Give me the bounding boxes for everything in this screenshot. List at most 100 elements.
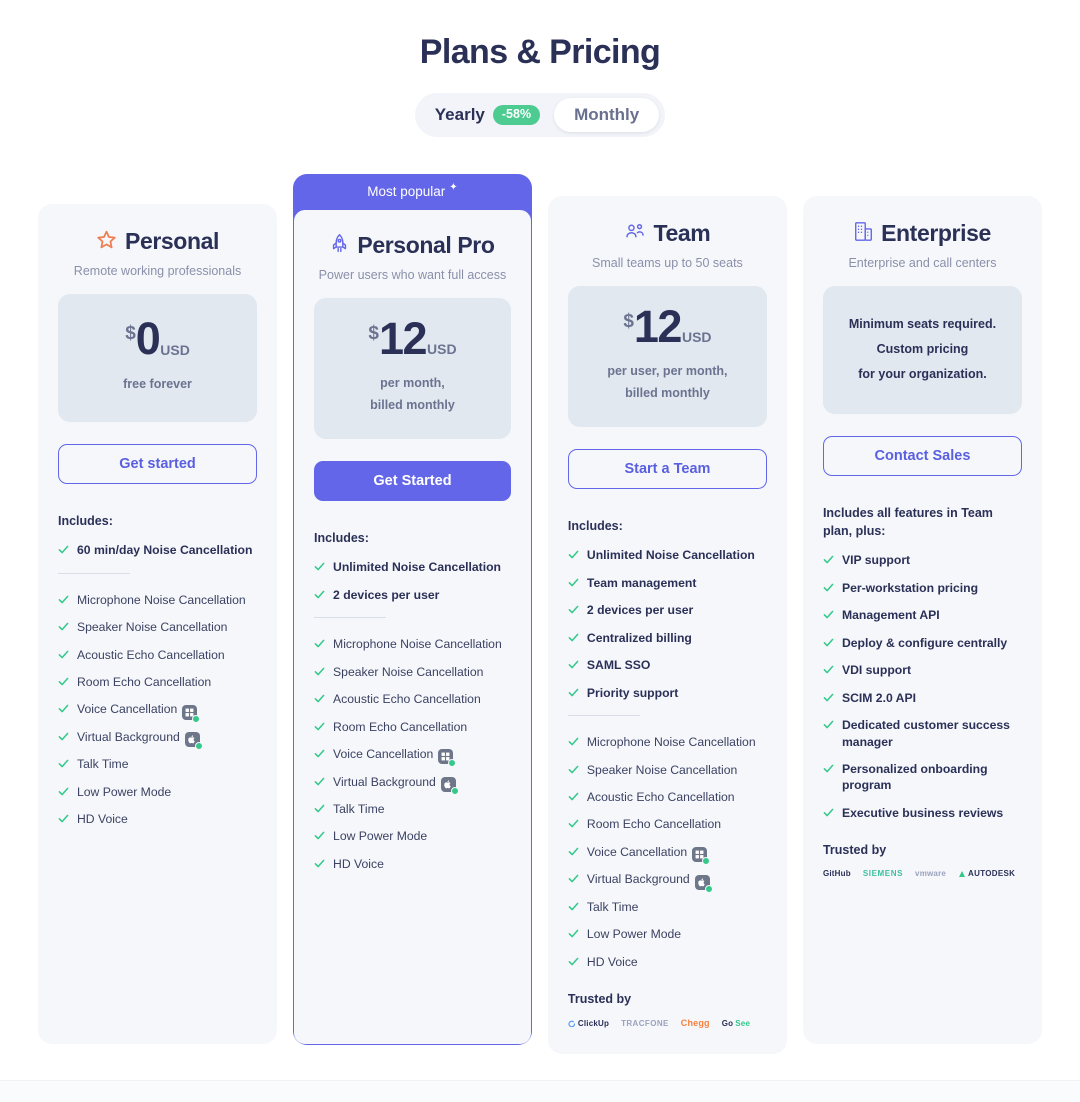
plan-name: Enterprise [881,220,991,246]
divider [58,572,130,574]
divider [314,617,387,619]
feature-label: Room Echo Cancellation [586,817,722,832]
list-item: Dedicated customer success manager [823,717,1022,750]
list-item: 60 min/day Noise Cancellation [58,542,257,558]
feature-label: Priority support [586,685,679,700]
billing-toggle-wrap: Yearly -58% Monthly [0,93,1080,137]
check-icon [568,792,579,801]
list-item: Microphone Noise Cancellation [314,636,511,652]
divider [567,715,640,717]
start-a-team-button[interactable]: Start a Team [567,449,767,490]
custom-note-line-3: for your organization. [858,366,987,381]
list-item: Management API [823,607,1022,623]
trusted-by-logos: ClickUp TRACFONE Chegg Go See [568,1018,767,1028]
list-item: Microphone Noise Cancellation [58,592,257,608]
feature-label: VDI support [841,663,912,678]
check-icon [58,705,69,713]
most-popular-banner: Most popular ✦ [293,174,532,208]
price-note-line-1: per user, per month, [607,364,728,379]
toggle-yearly[interactable]: Yearly -58% [421,98,554,132]
list-item: Speaker Noise Cancellation [58,619,257,635]
list-item: Unlimited Noise Cancellation [568,547,767,563]
list-item: VDI support [823,662,1022,678]
toggle-monthly[interactable]: Monthly [554,98,660,132]
logo-vmware: vmware [915,869,947,879]
price-row: $ 12 USD [623,301,711,352]
plan-card-enterprise: Enterprise Enterprise and call centers M… [802,196,1042,1044]
price-note: per month, billed monthly [370,373,455,417]
platform-badges [182,704,201,723]
price-amount: 12 [633,301,683,352]
page-title: Plans & Pricing [419,33,661,71]
feature-label: Team management [586,575,697,590]
rocket-icon [330,233,349,259]
contact-sales-button[interactable]: Contact Sales [822,436,1022,476]
feature-label: Room Echo Cancellation [77,675,212,689]
secondary-feature-list: Microphone Noise Cancellation Speaker No… [58,592,257,828]
autodesk-mark-icon [959,870,966,877]
check-icon [823,610,834,619]
list-item: Virtual Background [314,774,511,795]
feature-label: 2 devices per user [586,603,694,618]
list-item: Acoustic Echo Cancellation [58,647,257,663]
toggle-yearly-label: Yearly [434,105,485,124]
price-note: free forever [123,376,192,391]
feature-label: Virtual Background [333,774,436,789]
feature-label: Management API [841,608,940,623]
feature-label: Unlimited Noise Cancellation [586,548,755,563]
list-item: Low Power Mode [58,784,257,800]
check-icon [58,787,69,796]
list-item: Talk Time [568,899,767,915]
list-item: HD Voice [58,811,257,827]
list-item: Centralized billing [568,630,767,646]
feature-label: Personalized onboarding program [841,762,988,793]
feature-label: Speaker Noise Cancellation [77,620,228,635]
check-icon [568,737,579,746]
price-note: per user, per month, billed monthly [607,361,727,405]
list-item: Low Power Mode [314,828,511,844]
check-icon [314,694,325,703]
plan-header: Personal Pro [314,232,511,259]
windows-icon [182,704,201,723]
check-icon [58,814,69,823]
feature-label: Voice Cancellation [586,844,688,859]
list-item: Acoustic Echo Cancellation [568,789,767,805]
price-note-line-2: billed monthly [625,386,710,401]
apple-icon [184,732,203,751]
apple-icon [694,874,713,893]
sparkle-icon: ✦ [449,181,458,193]
list-item: Unlimited Noise Cancellation [314,559,511,575]
get-started-button-personal-pro[interactable]: Get Started [314,461,511,502]
check-icon [58,677,69,686]
list-item: Acoustic Echo Cancellation [314,691,511,707]
plan-card-team: Team Small teams up to 50 seats $ 12 USD… [547,196,787,1055]
check-icon [568,633,579,642]
price-row: $ 0 USD [125,313,190,365]
status-dot [192,714,201,723]
billing-period-toggle[interactable]: Yearly -58% Monthly [414,93,666,137]
plan-subtitle: Power users who want full access [318,268,507,282]
primary-feature-list: 60 min/day Noise Cancellation [58,542,257,558]
check-icon [58,760,69,768]
list-item: Virtual Background [568,871,767,893]
get-started-button-personal[interactable]: Get started [58,444,258,484]
logo-chegg: Chegg [680,1018,710,1029]
clickup-mark-icon [568,1020,576,1028]
platform-badges [440,776,459,795]
list-item: 2 devices per user [314,587,511,603]
check-icon [58,545,69,554]
feature-label: Voice Cancellation [77,702,178,717]
check-icon [314,639,325,648]
apple-icon [440,776,459,795]
list-item: Per-workstation pricing [823,580,1022,596]
check-icon [58,650,69,658]
building-icon [854,221,873,247]
list-item: Room Echo Cancellation [314,719,511,735]
check-icon [568,930,579,938]
logo-siemens: SIEMENS [862,869,904,879]
status-dot [702,857,711,866]
check-icon [823,808,834,817]
price-amount: 0 [135,313,161,365]
list-item: 2 devices per user [568,602,767,618]
custom-pricing-note: Minimum seats required. Custom pricing f… [849,312,996,387]
